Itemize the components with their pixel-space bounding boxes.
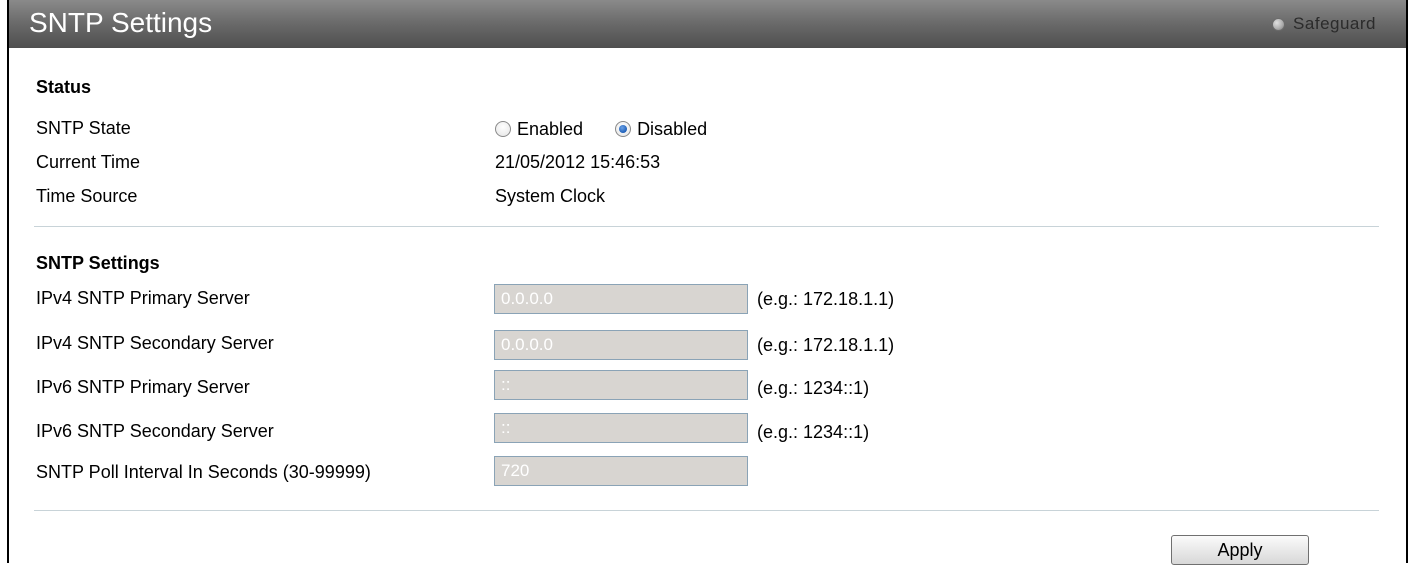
ipv4-primary-hint: (e.g.: 172.18.1.1) xyxy=(757,289,895,309)
ipv6-secondary-label: IPv6 SNTP Secondary Server xyxy=(36,421,274,441)
ipv4-primary-server-input[interactable]: 0.0.0.0 xyxy=(494,284,748,314)
ipv6-primary-server-input[interactable]: :: xyxy=(494,370,748,400)
title-bar: SNTP Settings Safeguard xyxy=(9,0,1406,48)
ipv4-secondary-hint: (e.g.: 172.18.1.1) xyxy=(757,335,895,355)
disabled-radio[interactable] xyxy=(615,121,632,137)
time-source-label: Time Source xyxy=(36,186,138,206)
page-title: SNTP Settings xyxy=(29,7,213,38)
disabled-radio-label[interactable]: Disabled xyxy=(637,119,707,140)
ipv4-primary-label: IPv4 SNTP Primary Server xyxy=(36,288,250,308)
ipv6-secondary-server-input[interactable]: :: xyxy=(494,413,748,443)
time-source-value: System Clock xyxy=(495,186,606,206)
ipv4-secondary-label: IPv4 SNTP Secondary Server xyxy=(36,333,274,353)
section-divider-bottom xyxy=(34,510,1379,511)
safeguard-label: Safeguard xyxy=(1293,14,1376,33)
enabled-radio-label[interactable]: Enabled xyxy=(517,119,583,140)
section-divider xyxy=(34,226,1379,227)
safeguard-indicator[interactable]: Safeguard xyxy=(1272,14,1376,34)
poll-interval-label: SNTP Poll Interval In Seconds (30-99999) xyxy=(36,462,371,482)
apply-button[interactable]: Apply xyxy=(1171,535,1309,565)
safeguard-status-icon xyxy=(1272,17,1286,31)
ipv6-primary-label: IPv6 SNTP Primary Server xyxy=(36,377,250,397)
status-heading: Status xyxy=(36,77,92,97)
sntp-settings-panel: SNTP Settings Safeguard Status SNTP Stat… xyxy=(7,0,1408,565)
sntp-settings-heading: SNTP Settings xyxy=(36,253,160,273)
sntp-state-label: SNTP State xyxy=(36,118,131,138)
ipv6-primary-hint: (e.g.: 1234::1) xyxy=(757,378,870,398)
ipv6-secondary-hint: (e.g.: 1234::1) xyxy=(757,422,870,442)
current-time-value: 21/05/2012 15:46:53 xyxy=(495,152,661,172)
ipv4-secondary-server-input[interactable]: 0.0.0.0 xyxy=(494,330,748,360)
poll-interval-input[interactable]: 720 xyxy=(494,456,748,486)
enabled-radio[interactable] xyxy=(495,121,511,137)
sntp-state-radio-group: Enabled Disabled xyxy=(495,117,739,141)
current-time-label: Current Time xyxy=(36,152,141,172)
